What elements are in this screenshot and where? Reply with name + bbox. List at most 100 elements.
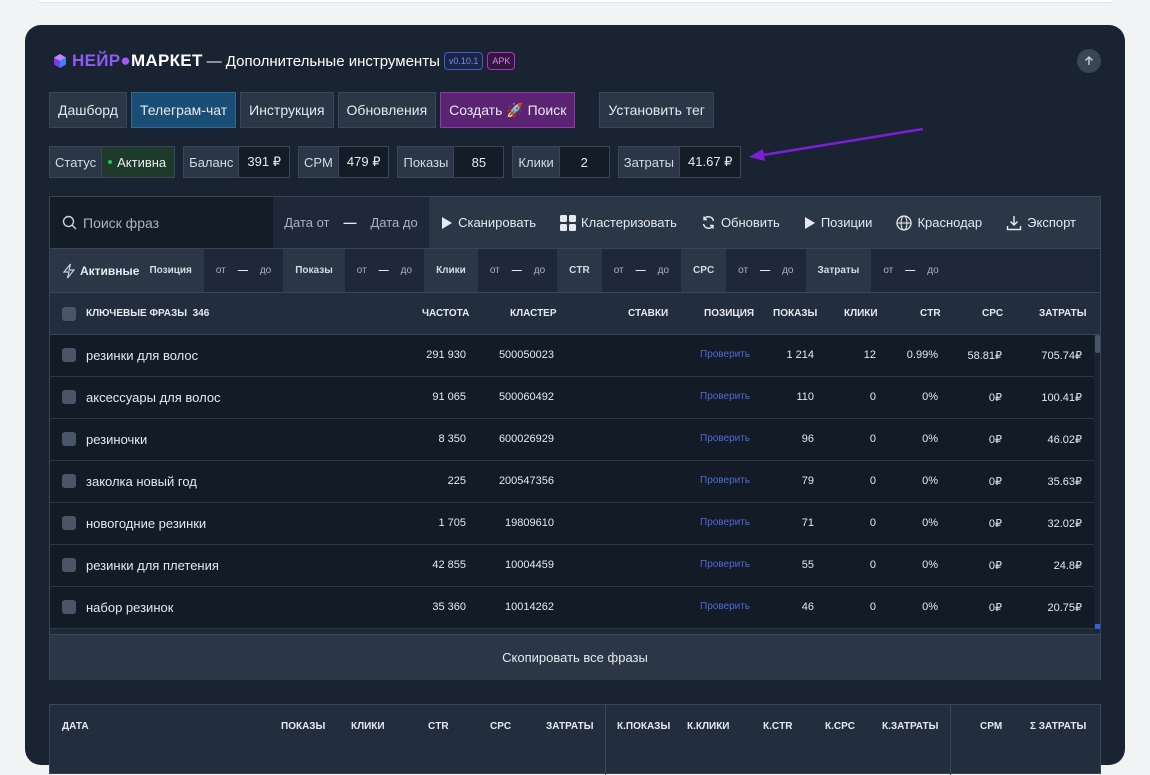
updates-button[interactable]: Обновления [337, 92, 437, 128]
header-k-ctr[interactable]: К.CTR [763, 721, 792, 732]
scrollbar-end [1095, 624, 1100, 629]
copy-all-phrases-button[interactable]: Скопировать все фразы [50, 634, 1100, 680]
filter-to[interactable]: до [401, 265, 412, 276]
row-checkbox[interactable] [62, 558, 76, 572]
header-costs[interactable]: ЗАТРАТЫ [546, 721, 594, 732]
filter-to[interactable]: до [260, 265, 271, 276]
refresh-button[interactable]: Обновить [701, 215, 780, 230]
header-ctr[interactable]: CTR [920, 308, 941, 319]
clicks-value: 2 [558, 147, 609, 177]
balance-label: Баланс [184, 147, 239, 177]
check-position-link[interactable]: Проверить [700, 433, 750, 444]
positions-button[interactable]: Позиции [804, 215, 873, 230]
date-to-field[interactable]: Дата до [371, 215, 418, 230]
select-all-checkbox[interactable] [62, 307, 76, 321]
create-search-button[interactable]: Создать 🚀 Поиск [440, 92, 576, 128]
header-cpc[interactable]: CPC [982, 308, 1003, 319]
export-button[interactable]: Экспорт [1006, 215, 1076, 231]
check-position-link[interactable]: Проверить [700, 559, 750, 570]
row-views: 71 [801, 517, 814, 529]
filter-to[interactable]: до [534, 265, 545, 276]
table-scrollbar[interactable] [1094, 335, 1100, 629]
filter-to[interactable]: до [658, 265, 669, 276]
header-bids[interactable]: СТАВКИ [628, 308, 668, 319]
header-phrases[interactable]: КЛЮЧЕВЫЕ ФРАЗЫ 346 [86, 308, 209, 319]
header-position[interactable]: ПОЗИЦИЯ [704, 308, 754, 319]
row-costs: 100.41₽ [1041, 392, 1082, 404]
daily-stats-table: ДАТА ПОКАЗЫ КЛИКИ CTR CPC ЗАТРАТЫ К.ПОКА… [49, 704, 1101, 775]
status-stat: Статус Активна [49, 146, 176, 178]
filter-position-range[interactable]: от — до [204, 249, 283, 292]
row-cluster: 600026929 [498, 433, 554, 445]
row-phrase: новогодние резинки [86, 516, 207, 531]
row-checkbox[interactable] [62, 474, 76, 488]
filter-cpc-range[interactable]: от — до [726, 249, 805, 292]
header-ctr[interactable]: CTR [428, 721, 449, 732]
filter-from[interactable]: от [216, 265, 226, 276]
date-range-filter[interactable]: Дата от — Дата до [272, 197, 430, 248]
filter-costs-range[interactable]: от — до [871, 249, 950, 292]
row-ctr: 0% [922, 601, 938, 613]
refresh-icon [702, 216, 715, 229]
header-sum-costs[interactable]: Σ ЗАТРАТЫ [1030, 721, 1086, 732]
header-k-costs[interactable]: К.ЗАТРАТЫ [882, 721, 938, 732]
set-tag-button[interactable]: Установить тег [599, 92, 714, 128]
header-cpc[interactable]: CPC [490, 721, 511, 732]
header-cpm[interactable]: CPM [980, 721, 1002, 732]
check-position-link[interactable]: Проверить [700, 475, 750, 486]
row-checkbox[interactable] [62, 390, 76, 404]
apk-badge[interactable]: APK [487, 52, 516, 70]
region-label: Краснодар [917, 215, 983, 230]
row-checkbox[interactable] [62, 432, 76, 446]
check-position-link[interactable]: Проверить [700, 517, 750, 528]
filter-from[interactable]: от [490, 265, 500, 276]
row-costs: 35.63₽ [1047, 476, 1082, 488]
filter-from[interactable]: от [883, 265, 893, 276]
header-k-cpc[interactable]: К.CPC [825, 721, 855, 732]
header-k-clicks[interactable]: К.КЛИКИ [687, 721, 729, 732]
header-costs[interactable]: ЗАТРАТЫ [1039, 308, 1087, 319]
row-ctr: 0% [922, 475, 938, 487]
instruction-button[interactable]: Инструкция [240, 92, 334, 128]
header-clicks[interactable]: КЛИКИ [351, 721, 385, 732]
telegram-chat-button[interactable]: Телеграм-чат [130, 92, 237, 128]
header-clicks[interactable]: КЛИКИ [844, 308, 878, 319]
filter-to[interactable]: до [782, 265, 793, 276]
scrollbar-thumb[interactable] [1095, 335, 1100, 353]
cluster-button[interactable]: Кластеризовать [560, 214, 677, 231]
check-position-link[interactable]: Проверить [700, 391, 750, 402]
phrases-table: Поиск фраз Дата от — Дата до Сканировать… [49, 196, 1101, 680]
filter-from[interactable]: от [357, 265, 367, 276]
scroll-up-button[interactable] [1077, 49, 1101, 73]
check-position-link[interactable]: Проверить [700, 601, 750, 612]
search-input[interactable]: Поиск фраз [50, 197, 273, 248]
dashboard-button[interactable]: Дашборд [49, 92, 127, 128]
row-checkbox[interactable] [62, 348, 76, 362]
row-cpc: 0₽ [988, 434, 1002, 446]
header-views[interactable]: ПОКАЗЫ [773, 308, 817, 319]
filter-views-range[interactable]: от — до [345, 249, 424, 292]
check-position-link[interactable]: Проверить [700, 349, 750, 360]
row-cluster: 500050023 [498, 349, 554, 361]
row-checkbox[interactable] [62, 516, 76, 530]
active-filter-toggle[interactable]: Активные [50, 249, 150, 292]
header-date[interactable]: ДАТА [62, 721, 89, 732]
filter-clicks-range[interactable]: от — до [478, 249, 557, 292]
scan-button[interactable]: Сканировать [441, 215, 536, 230]
row-checkbox[interactable] [62, 600, 76, 614]
filter-from[interactable]: от [738, 265, 748, 276]
filter-from[interactable]: от [614, 265, 624, 276]
status-value: Активна [101, 147, 175, 177]
filter-ctr-range[interactable]: от — до [602, 249, 681, 292]
header-views[interactable]: ПОКАЗЫ [281, 721, 325, 732]
header-cluster[interactable]: КЛАСТЕР [510, 308, 557, 319]
header-frequency[interactable]: ЧАСТОТА [422, 308, 469, 319]
row-clicks: 12 [863, 349, 876, 361]
header-k-views[interactable]: К.ПОКАЗЫ [617, 721, 670, 732]
positions-label: Позиции [820, 215, 873, 230]
filter-row: Активные Позиция от — до Показы от — до Клик… [50, 249, 1100, 293]
filter-to[interactable]: до [927, 265, 938, 276]
date-from-field[interactable]: Дата от [284, 215, 329, 230]
version-badge: v0.10.1 [443, 52, 484, 70]
region-button[interactable]: Краснодар [896, 214, 983, 231]
